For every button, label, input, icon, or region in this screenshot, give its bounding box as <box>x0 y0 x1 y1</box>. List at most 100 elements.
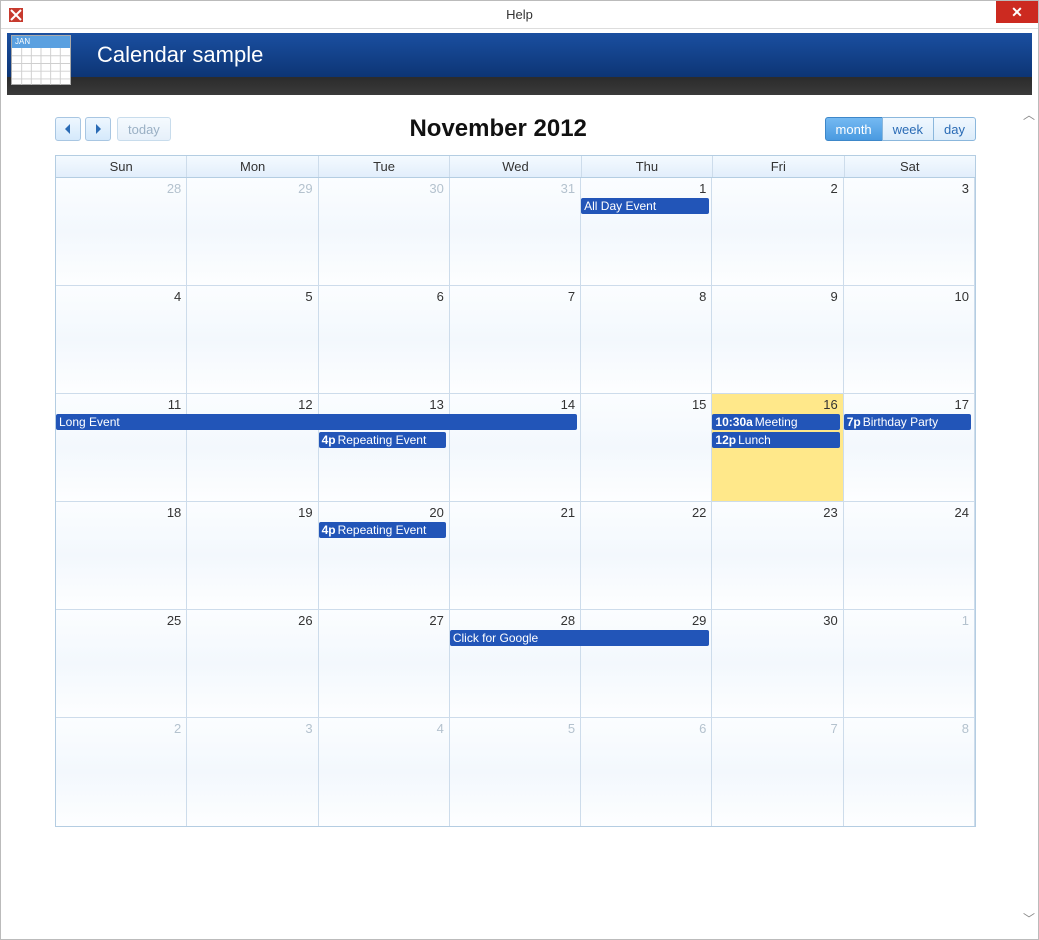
today-button[interactable]: today <box>117 117 171 141</box>
calendar-day-cell[interactable]: 28 <box>450 610 581 717</box>
calendar-day-cell[interactable]: 25 <box>56 610 187 717</box>
calendar-event[interactable]: 10:30aMeeting <box>712 414 840 430</box>
calendar-day-cell[interactable]: 18 <box>56 502 187 609</box>
next-button[interactable] <box>85 117 111 141</box>
calendar-day-cell[interactable]: 12 <box>187 394 318 501</box>
close-button[interactable]: ✕ <box>996 1 1038 23</box>
day-number: 5 <box>568 721 575 736</box>
day-header: Wed <box>450 156 581 177</box>
calendar-event[interactable]: 4pRepeating Event <box>319 522 447 538</box>
scroll-down-icon[interactable]: ﹀ <box>1023 913 1035 925</box>
calendar-day-cell[interactable]: 30 <box>712 610 843 717</box>
calendar-day-cell[interactable]: 29 <box>187 178 318 285</box>
calendar-day-cell[interactable]: 6 <box>319 286 450 393</box>
event-title: Meeting <box>755 415 798 429</box>
banner: JAN Calendar sample <box>7 33 1032 95</box>
day-number: 25 <box>167 613 181 628</box>
calendar-day-cell[interactable]: 9 <box>712 286 843 393</box>
calendar-event[interactable]: 7pBirthday Party <box>844 414 972 430</box>
day-number: 20 <box>429 505 443 520</box>
window-title: Help <box>1 7 1038 22</box>
calendar-day-cell[interactable]: 20 <box>319 502 450 609</box>
view-month-button[interactable]: month <box>825 117 883 141</box>
calendar-week-row: 11 12 13 1415 16 17 Long Event 4pRepeating Even… <box>56 394 975 502</box>
calendar-day-cell[interactable]: 7 <box>450 286 581 393</box>
calendar-title: November 2012 <box>171 115 826 143</box>
calendar-week-row: 234 5 67 8 <box>56 718 975 826</box>
calendar-day-cell[interactable]: 24 <box>844 502 975 609</box>
day-header: Fri <box>713 156 844 177</box>
event-time: 12p <box>715 433 736 447</box>
event-title: All Day Event <box>584 199 656 213</box>
event-title: Birthday Party <box>863 415 938 429</box>
calendar-day-cell[interactable]: 2 <box>712 178 843 285</box>
calendar-day-cell[interactable]: 27 <box>319 610 450 717</box>
day-number: 13 <box>429 397 443 412</box>
calendar-day-cell[interactable]: 7 <box>712 718 843 826</box>
view-week-button[interactable]: week <box>882 117 934 141</box>
day-number: 11 <box>168 397 182 412</box>
scroll-up-icon[interactable]: ︿ <box>1023 109 1035 121</box>
view-switcher: month week day <box>826 117 976 141</box>
calendar-day-cell[interactable]: 22 <box>581 502 712 609</box>
calendar-week-row: 28293031123 All Day Event <box>56 178 975 286</box>
calendar-event[interactable]: 4pRepeating Event <box>319 432 447 448</box>
calendar-day-cell[interactable]: 23 <box>712 502 843 609</box>
calendar-day-cell[interactable]: 3 <box>187 718 318 826</box>
day-number: 2 <box>174 721 181 736</box>
calendar-day-cell[interactable]: 29 <box>581 610 712 717</box>
calendar-day-cell[interactable]: 14 <box>450 394 581 501</box>
prev-button[interactable] <box>55 117 81 141</box>
day-number: 28 <box>561 613 575 628</box>
calendar-icon-month: JAN <box>12 36 70 48</box>
day-number: 27 <box>429 613 443 628</box>
calendar-day-cell[interactable]: 3 <box>844 178 975 285</box>
calendar-day-cell[interactable]: 4 <box>56 286 187 393</box>
day-header: Thu <box>582 156 713 177</box>
calendar-day-cell[interactable]: 10 <box>844 286 975 393</box>
day-number: 24 <box>955 505 969 520</box>
calendar-icon: JAN <box>11 35 71 85</box>
content-area: today November 2012 month week day SunMo… <box>11 101 1020 929</box>
day-number: 7 <box>568 289 575 304</box>
calendar-day-cell[interactable]: 1 <box>844 610 975 717</box>
calendar-day-cell[interactable]: 4 <box>319 718 450 826</box>
event-time: 7p <box>847 415 861 429</box>
calendar-day-cell[interactable]: 15 <box>581 394 712 501</box>
day-number: 26 <box>298 613 312 628</box>
calendar-day-cell[interactable]: 31 <box>450 178 581 285</box>
calendar-day-cell[interactable]: 8 <box>581 286 712 393</box>
chevron-right-icon <box>94 124 102 134</box>
calendar-event[interactable]: Click for Google <box>450 630 709 646</box>
day-header: Sat <box>845 156 975 177</box>
day-number: 8 <box>699 289 706 304</box>
calendar-event[interactable]: Long Event <box>56 414 577 430</box>
event-time: 4p <box>322 433 336 447</box>
calendar-day-cell[interactable]: 30 <box>319 178 450 285</box>
event-title: Repeating Event <box>338 523 427 537</box>
day-number: 23 <box>823 505 837 520</box>
calendar-day-cell[interactable]: 5 <box>450 718 581 826</box>
calendar-day-cell[interactable]: 2 <box>56 718 187 826</box>
calendar-day-cell[interactable]: 1 <box>581 178 712 285</box>
day-number: 5 <box>305 289 312 304</box>
calendar-day-cell[interactable]: 28 <box>56 178 187 285</box>
day-header: Tue <box>319 156 450 177</box>
calendar-day-cell[interactable]: 19 <box>187 502 318 609</box>
day-number: 6 <box>699 721 706 736</box>
calendar-day-cell[interactable]: 6 <box>581 718 712 826</box>
calendar-day-cell[interactable]: 8 <box>844 718 975 826</box>
day-number: 8 <box>962 721 969 736</box>
day-number: 10 <box>955 289 969 304</box>
view-day-button[interactable]: day <box>933 117 976 141</box>
calendar-day-cell[interactable]: 17 <box>844 394 975 501</box>
calendar-day-cell[interactable]: 26 <box>187 610 318 717</box>
calendar-day-cell[interactable]: 11 <box>56 394 187 501</box>
calendar-event[interactable]: 12pLunch <box>712 432 840 448</box>
app-window: Help ✕ JAN Calendar sample <box>0 0 1039 940</box>
day-number: 16 <box>823 397 837 412</box>
calendar-day-cell[interactable]: 21 <box>450 502 581 609</box>
calendar-event[interactable]: All Day Event <box>581 198 709 214</box>
calendar-day-cell[interactable]: 5 <box>187 286 318 393</box>
day-number: 1 <box>962 613 969 628</box>
